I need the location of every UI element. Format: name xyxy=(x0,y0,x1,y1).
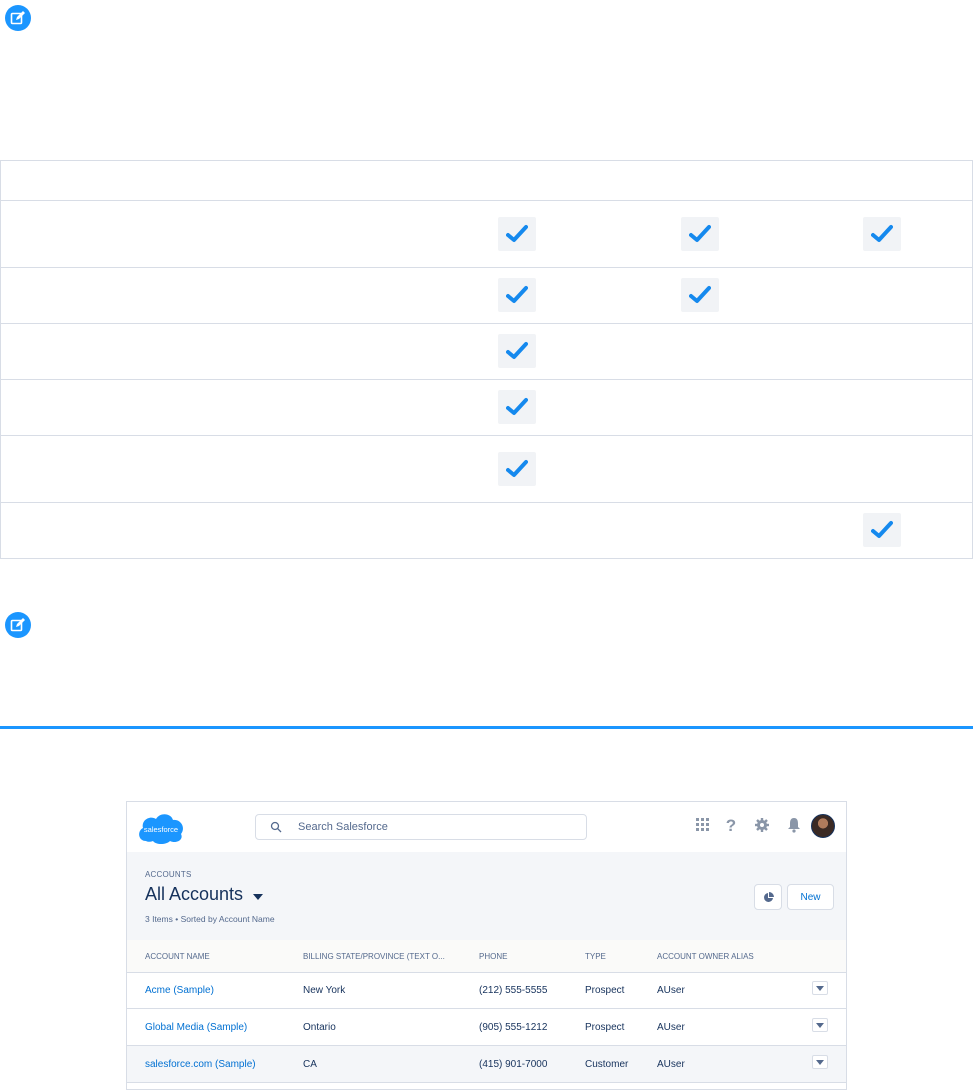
setup-gear-icon[interactable] xyxy=(754,817,770,833)
phone-cell: (212) 555-5555 xyxy=(479,985,548,996)
search-input[interactable]: Search Salesforce xyxy=(255,814,587,840)
help-icon[interactable]: ? xyxy=(725,816,737,834)
matrix-row xyxy=(1,324,972,380)
account-name-link[interactable]: Global Media (Sample) xyxy=(145,1022,247,1033)
search-placeholder: Search Salesforce xyxy=(298,821,388,833)
type-cell: Prospect xyxy=(585,985,625,996)
row-actions-chevron-down-icon[interactable] xyxy=(812,1055,828,1069)
checkmark-icon xyxy=(863,513,901,547)
column-header[interactable]: ACCOUNT NAME xyxy=(145,952,210,961)
table-row: salesforce.com (Sample) CA (415) 901-700… xyxy=(127,1046,846,1083)
billing-state-cell: Ontario xyxy=(303,1022,336,1033)
logo-text: salesforce xyxy=(144,825,178,834)
phone-cell: (905) 555-1212 xyxy=(479,1022,548,1033)
user-avatar[interactable] xyxy=(811,814,835,838)
list-view-title[interactable]: All Accounts xyxy=(145,884,243,905)
row-actions-chevron-down-icon[interactable] xyxy=(812,1018,828,1032)
matrix-row xyxy=(1,380,972,436)
type-cell: Prospect xyxy=(585,1022,625,1033)
owner-alias-cell: AUser xyxy=(657,1059,685,1070)
new-button[interactable]: New xyxy=(787,884,834,910)
app-launcher-icon[interactable] xyxy=(696,818,710,832)
column-header[interactable]: ACCOUNT OWNER ALIAS xyxy=(657,952,754,961)
matrix-row xyxy=(1,503,972,559)
checkmark-icon xyxy=(498,334,536,368)
owner-alias-cell: AUser xyxy=(657,985,685,996)
list-meta: 3 Items • Sorted by Account Name xyxy=(145,914,275,924)
table-row: Acme (Sample) New York (212) 555-5555 Pr… xyxy=(127,972,846,1009)
notifications-bell-icon[interactable] xyxy=(787,817,801,833)
svg-text:?: ? xyxy=(726,816,736,834)
account-name-link[interactable]: Acme (Sample) xyxy=(145,985,214,996)
note-icon xyxy=(5,612,31,638)
salesforce-screenshot: salesforce Search Salesforce ? ACCOUNTS … xyxy=(126,801,847,1090)
matrix-row xyxy=(1,436,972,503)
column-header[interactable]: BILLING STATE/PROVINCE (TEXT O... xyxy=(303,952,445,961)
account-name-link[interactable]: salesforce.com (Sample) xyxy=(145,1059,256,1070)
chart-button[interactable] xyxy=(754,884,782,910)
matrix-row xyxy=(1,201,972,268)
matrix-row xyxy=(1,268,972,324)
matrix-header-row xyxy=(1,161,972,201)
checkmark-icon xyxy=(498,278,536,312)
table-header: ACCOUNT NAME BILLING STATE/PROVINCE (TEX… xyxy=(127,940,846,973)
checkmark-icon xyxy=(498,390,536,424)
section-divider xyxy=(0,726,973,729)
note-icon xyxy=(5,5,31,31)
salesforce-logo: salesforce xyxy=(139,814,184,844)
type-cell: Customer xyxy=(585,1059,629,1070)
object-label: ACCOUNTS xyxy=(145,870,192,879)
row-actions-chevron-down-icon[interactable] xyxy=(812,981,828,995)
global-header: salesforce Search Salesforce ? xyxy=(127,802,846,853)
billing-state-cell: New York xyxy=(303,985,346,996)
owner-alias-cell: AUser xyxy=(657,1022,685,1033)
checkmark-icon xyxy=(863,216,901,251)
column-header[interactable]: TYPE xyxy=(585,952,606,961)
list-view-picker-icon[interactable] xyxy=(253,894,263,900)
list-view-header: ACCOUNTS All Accounts 3 Items • Sorted b… xyxy=(127,852,846,941)
pie-chart-icon xyxy=(764,892,774,902)
table-row: Global Media (Sample) Ontario (905) 555-… xyxy=(127,1009,846,1046)
billing-state-cell: CA xyxy=(303,1059,317,1070)
checkmark-icon xyxy=(681,278,719,312)
checkmark-icon xyxy=(498,451,536,486)
search-icon xyxy=(270,821,282,833)
phone-cell: (415) 901-7000 xyxy=(479,1059,548,1070)
checkmark-icon xyxy=(681,216,719,251)
feature-matrix xyxy=(0,160,973,559)
checkmark-icon xyxy=(498,216,536,251)
column-header[interactable]: PHONE xyxy=(479,952,507,961)
